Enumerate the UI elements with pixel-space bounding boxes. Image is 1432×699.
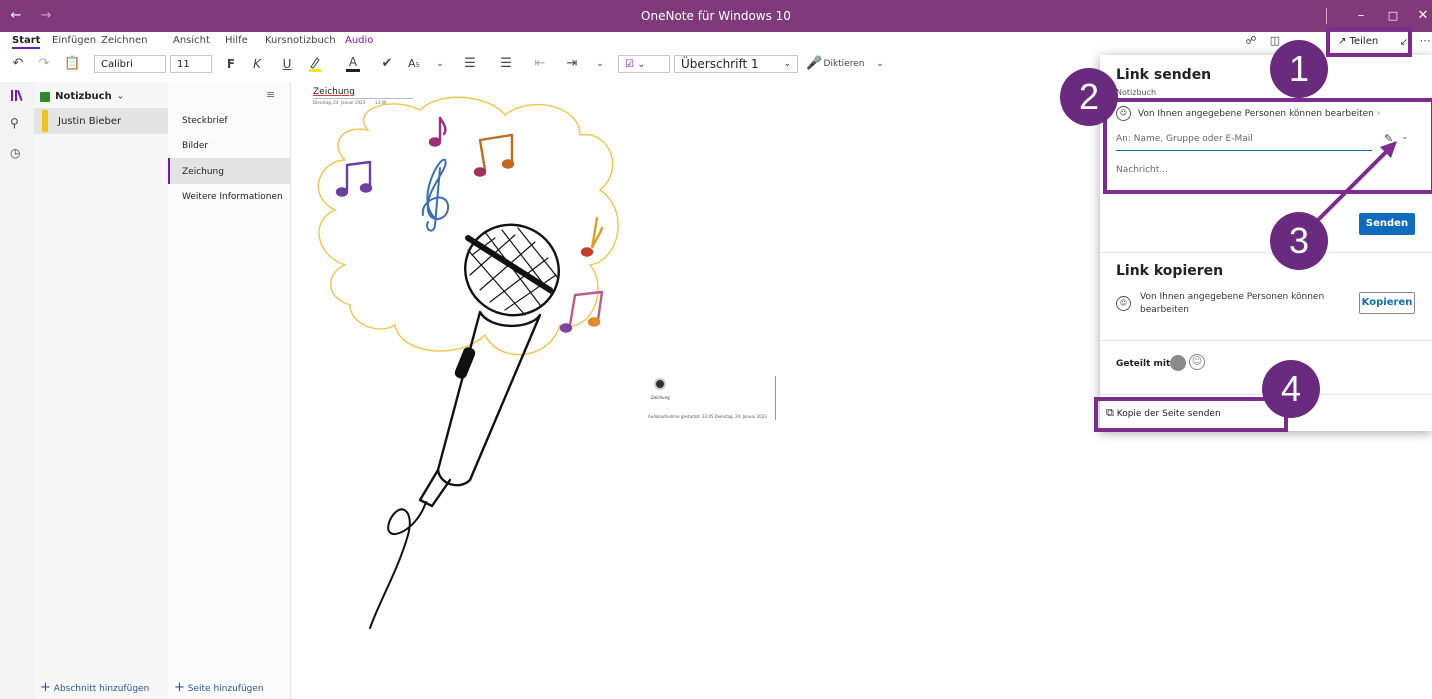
copy-permission-line2: bearbeiten: [1140, 305, 1189, 315]
container-edge: [775, 376, 776, 420]
chevron-down-icon: ⌄: [783, 59, 791, 69]
forward-arrow-icon[interactable]: →: [36, 0, 56, 32]
audio-icon[interactable]: [654, 378, 666, 390]
shared-with-label: Geteilt mit:: [1116, 359, 1174, 369]
copy-permission-link[interactable]: ☺ Von Ihnen angegebene Personen können b…: [1116, 292, 1336, 318]
clear-format-icon[interactable]: A₅: [404, 55, 424, 73]
avatar-placeholder-icon[interactable]: ☺: [1189, 354, 1205, 370]
tab-einfuegen[interactable]: Einfügen: [52, 35, 96, 46]
style-label: Überschrift 1: [681, 57, 759, 71]
highlight-icon: [309, 57, 321, 72]
back-arrow-icon[interactable]: ←: [6, 0, 26, 32]
style-box[interactable]: Überschrift 1 ⌄: [674, 55, 798, 73]
music-notes: [335, 116, 604, 333]
chevron-down-icon: ⌄: [116, 91, 125, 102]
font-color-icon[interactable]: A: [346, 55, 360, 72]
plus-icon: +: [40, 680, 51, 695]
italic-icon[interactable]: K: [250, 55, 264, 73]
indent-icon[interactable]: ⇥: [564, 55, 580, 73]
dictate-button[interactable]: Diktieren: [822, 55, 866, 73]
numbering-icon[interactable]: ☰: [498, 55, 514, 73]
audio-caption: Audioaufnahme gestartet: 13:45 Dienstag,…: [648, 414, 767, 419]
chevron-down-icon[interactable]: ⌄: [594, 55, 606, 73]
notebooks-icon: [11, 90, 23, 102]
callout-3: 3: [1270, 212, 1328, 270]
title-bar: OneNote für Windows 10 ← → – □ ✕: [0, 0, 1432, 32]
notebooks-icon[interactable]: [10, 88, 24, 102]
bold-icon[interactable]: F: [224, 55, 238, 73]
microphone-icon[interactable]: 🎤: [806, 55, 822, 73]
section-color-tab: [42, 110, 48, 132]
page-item[interactable]: Zeichung: [182, 167, 224, 177]
tab-kursnotizbuch[interactable]: Kursnotizbuch: [265, 35, 336, 46]
font-size-box[interactable]: 11: [170, 55, 212, 73]
page-item[interactable]: Steckbrief: [182, 116, 228, 126]
window-separator: [1326, 8, 1327, 24]
callout-2: 2: [1060, 68, 1118, 126]
tab-zeichnen[interactable]: Zeichnen: [101, 35, 147, 46]
audio-label: Zeichung: [651, 395, 670, 400]
sort-icon[interactable]: ≡: [266, 88, 275, 101]
page-item[interactable]: Bilder: [182, 141, 208, 151]
clipboard-icon[interactable]: 📋: [64, 55, 80, 73]
window-title: OneNote für Windows 10: [641, 9, 791, 23]
drawing-canvas[interactable]: [290, 90, 650, 650]
tab-start[interactable]: Start: [12, 35, 41, 49]
page-item[interactable]: Weitere Informationen: [182, 192, 283, 202]
outdent-icon[interactable]: ⇤: [532, 55, 548, 73]
add-page-label: Seite hinzufügen: [187, 684, 264, 694]
format-painter-icon[interactable]: ✔: [380, 55, 394, 73]
send-link-title: Link senden: [1116, 67, 1212, 83]
cloud-outline: [317, 96, 619, 356]
callout-4: 4: [1262, 360, 1320, 418]
more-options-icon[interactable]: ⋯: [1418, 32, 1432, 50]
microphone-drawing: [369, 223, 560, 629]
highlight-box-1: [1326, 27, 1412, 57]
tab-hilfe[interactable]: Hilfe: [225, 35, 248, 46]
divider: [1100, 340, 1432, 341]
chevron-down-icon[interactable]: ⌄: [874, 55, 886, 73]
avatar[interactable]: [1170, 355, 1186, 371]
add-page-button[interactable]: + Seite hinzufügen: [174, 680, 264, 695]
redo-icon[interactable]: ↷: [36, 55, 52, 73]
copy-permission-line1: Von Ihnen angegebene Personen können: [1140, 292, 1325, 302]
copy-button[interactable]: Kopieren: [1359, 292, 1415, 314]
tab-audio[interactable]: Audio: [345, 35, 373, 46]
font-name-box[interactable]: Calibri: [94, 55, 166, 73]
highlight-box-4: [1094, 397, 1288, 432]
add-section-label: Abschnitt hinzufügen: [53, 684, 150, 694]
add-section-button[interactable]: + Abschnitt hinzufügen: [40, 680, 149, 695]
search-icon[interactable]: ⚲: [10, 116, 24, 130]
tab-ansicht[interactable]: Ansicht: [173, 35, 210, 46]
plus-icon: +: [174, 680, 185, 695]
nav-icon-bar: ⚲ ◷: [0, 82, 35, 699]
chevron-down-icon[interactable]: ⌄: [434, 55, 446, 73]
underline-icon[interactable]: U: [280, 55, 294, 73]
undo-icon[interactable]: ↶: [10, 55, 26, 73]
todo-tag-box[interactable]: ☑ ⌄: [618, 55, 670, 73]
copy-link-title: Link kopieren: [1116, 263, 1224, 279]
bullets-icon[interactable]: ☰: [462, 55, 478, 73]
notebook-selector[interactable]: Notizbuch ⌄: [40, 86, 160, 102]
highlight-icon[interactable]: [308, 55, 322, 73]
send-link-subtitle: Notizbuch: [1116, 88, 1157, 97]
callout-1: 1: [1270, 40, 1328, 98]
sync-icon[interactable]: ☍: [1244, 32, 1258, 50]
notebook-icon: [40, 91, 50, 102]
notebook-name: Notizbuch: [55, 91, 112, 102]
people-icon: ☺: [1116, 296, 1131, 311]
section-label: Justin Bieber: [58, 116, 122, 127]
recent-icon[interactable]: ◷: [10, 146, 24, 160]
sections-pane: [34, 82, 169, 699]
